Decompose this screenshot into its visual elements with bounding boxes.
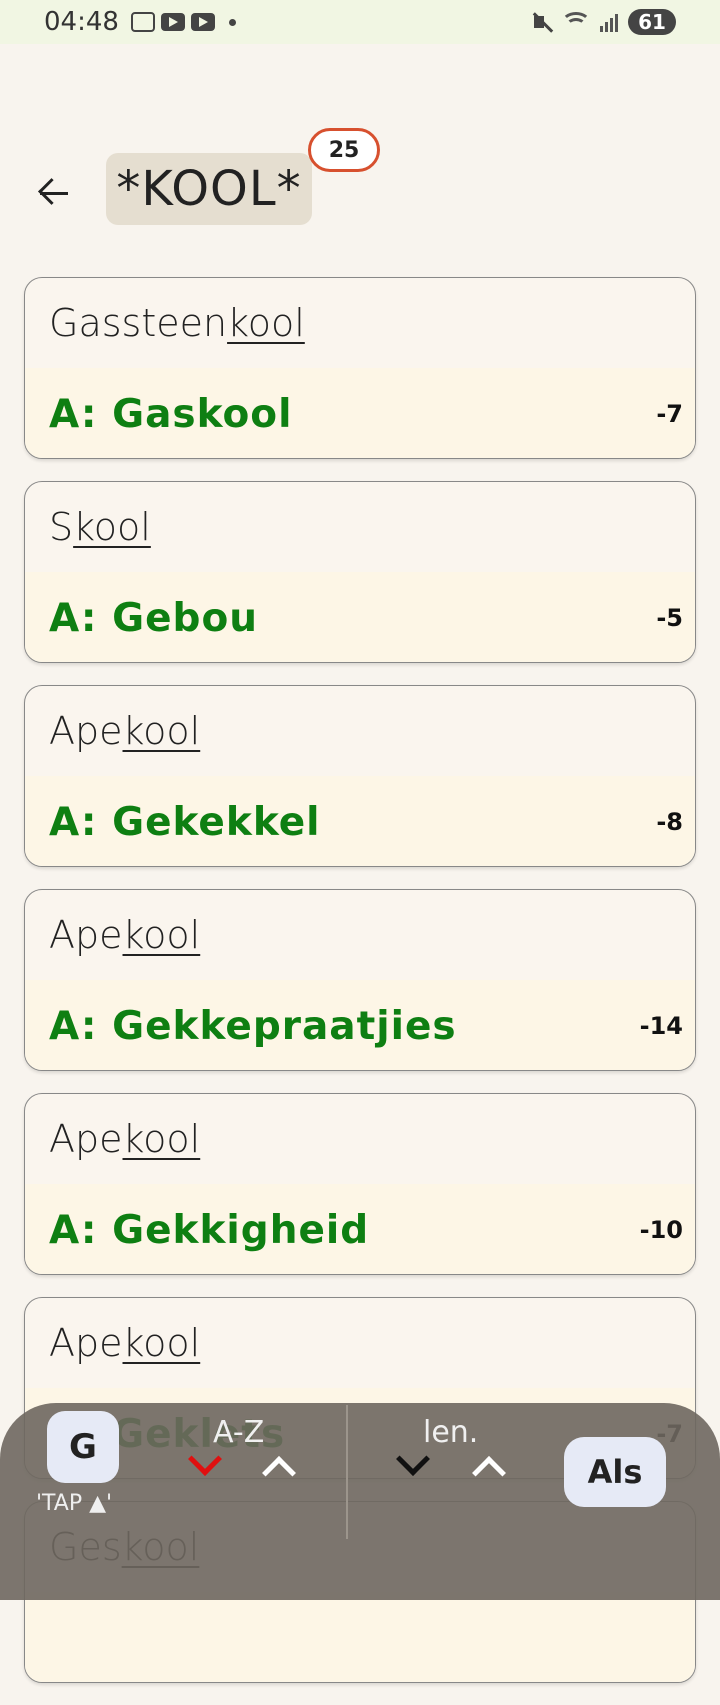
screenshot-icon	[130, 12, 155, 32]
result-card[interactable]: Ape kool A: Gekkigheid -10	[24, 1093, 696, 1275]
sort-az-asc-chevron-up-icon[interactable]	[262, 1456, 296, 1490]
result-card[interactable]: Ape kool A: Gekekkel -8	[24, 685, 696, 867]
sort-az-label: A-Z	[213, 1415, 265, 1450]
result-word: Ape kool	[25, 890, 695, 980]
answer-row: A: Gekekkel -8	[25, 776, 695, 866]
wifi-icon	[561, 12, 591, 32]
result-word: Gassteen kool	[25, 278, 695, 368]
word-prefix: Ape	[49, 709, 123, 753]
notification-icons	[130, 12, 236, 32]
answer-row: A: Gekkigheid -10	[25, 1184, 695, 1274]
answer-row: A: Gebou -5	[25, 572, 695, 662]
status-left: 04:48	[44, 7, 236, 37]
score-value: -7	[656, 400, 683, 428]
answer-text: A: Gekekkel	[49, 799, 321, 845]
word-prefix: Gassteen	[49, 301, 228, 345]
sort-divider	[346, 1405, 348, 1539]
word-match: kool	[122, 709, 201, 753]
answer-row: A: Gaskool -7	[25, 368, 695, 458]
als-button[interactable]: Als	[564, 1437, 666, 1507]
word-match: kool	[122, 913, 201, 957]
result-count-badge: 25	[308, 128, 380, 172]
g-button[interactable]: G	[47, 1411, 119, 1483]
answer-row: A: Gekkepraatjies -14	[25, 980, 695, 1070]
sort-len-label: len.	[423, 1415, 479, 1450]
answer-text: A: Gekkepraatjies	[49, 1003, 457, 1049]
score-value: -14	[639, 1012, 683, 1040]
sort-len-asc-chevron-up-icon[interactable]	[472, 1456, 506, 1490]
word-prefix: Ape	[49, 913, 123, 957]
result-card[interactable]: Ape kool A: Gekkepraatjies -14	[24, 889, 696, 1071]
result-word: Skool	[25, 482, 695, 572]
word-match: kool	[73, 505, 151, 549]
score-value: -5	[656, 604, 683, 632]
result-word: Ape kool	[25, 1298, 695, 1388]
clock: 04:48	[44, 7, 119, 37]
word-match: kool	[122, 1117, 201, 1161]
answer-text: A: Gekkigheid	[49, 1207, 370, 1253]
status-bar: 04:48 61	[0, 0, 720, 44]
answer-row	[25, 1592, 695, 1682]
score-value: -8	[656, 808, 683, 836]
dot-icon	[228, 18, 236, 26]
result-word: Ape kool	[25, 686, 695, 776]
youtube-icon	[160, 13, 185, 31]
result-card[interactable]: Gassteen kool A: Gaskool -7	[24, 277, 696, 459]
mute-icon	[530, 11, 552, 33]
word-match: kool	[227, 301, 305, 345]
tap-hint: 'TAP ▲'	[36, 1491, 113, 1516]
search-query[interactable]: *KOOL*	[106, 153, 312, 225]
word-prefix: S	[49, 505, 74, 549]
back-arrow-icon[interactable]	[36, 178, 72, 208]
result-word: Ape kool	[25, 1094, 695, 1184]
score-value: -10	[639, 1216, 683, 1244]
word-match: kool	[122, 1321, 201, 1365]
sort-bar: G 'TAP ▲' A-Z len. Als	[0, 1403, 720, 1600]
result-card[interactable]: Skool A: Gebou -5	[24, 481, 696, 663]
word-prefix: Ape	[49, 1117, 123, 1161]
youtube-icon	[190, 13, 215, 31]
word-prefix: Ape	[49, 1321, 123, 1365]
answer-text: A: Gaskool	[49, 391, 293, 437]
status-right: 61	[530, 9, 676, 35]
answer-text: A: Gebou	[49, 595, 259, 641]
signal-icon	[600, 12, 618, 32]
battery-icon: 61	[628, 9, 676, 35]
